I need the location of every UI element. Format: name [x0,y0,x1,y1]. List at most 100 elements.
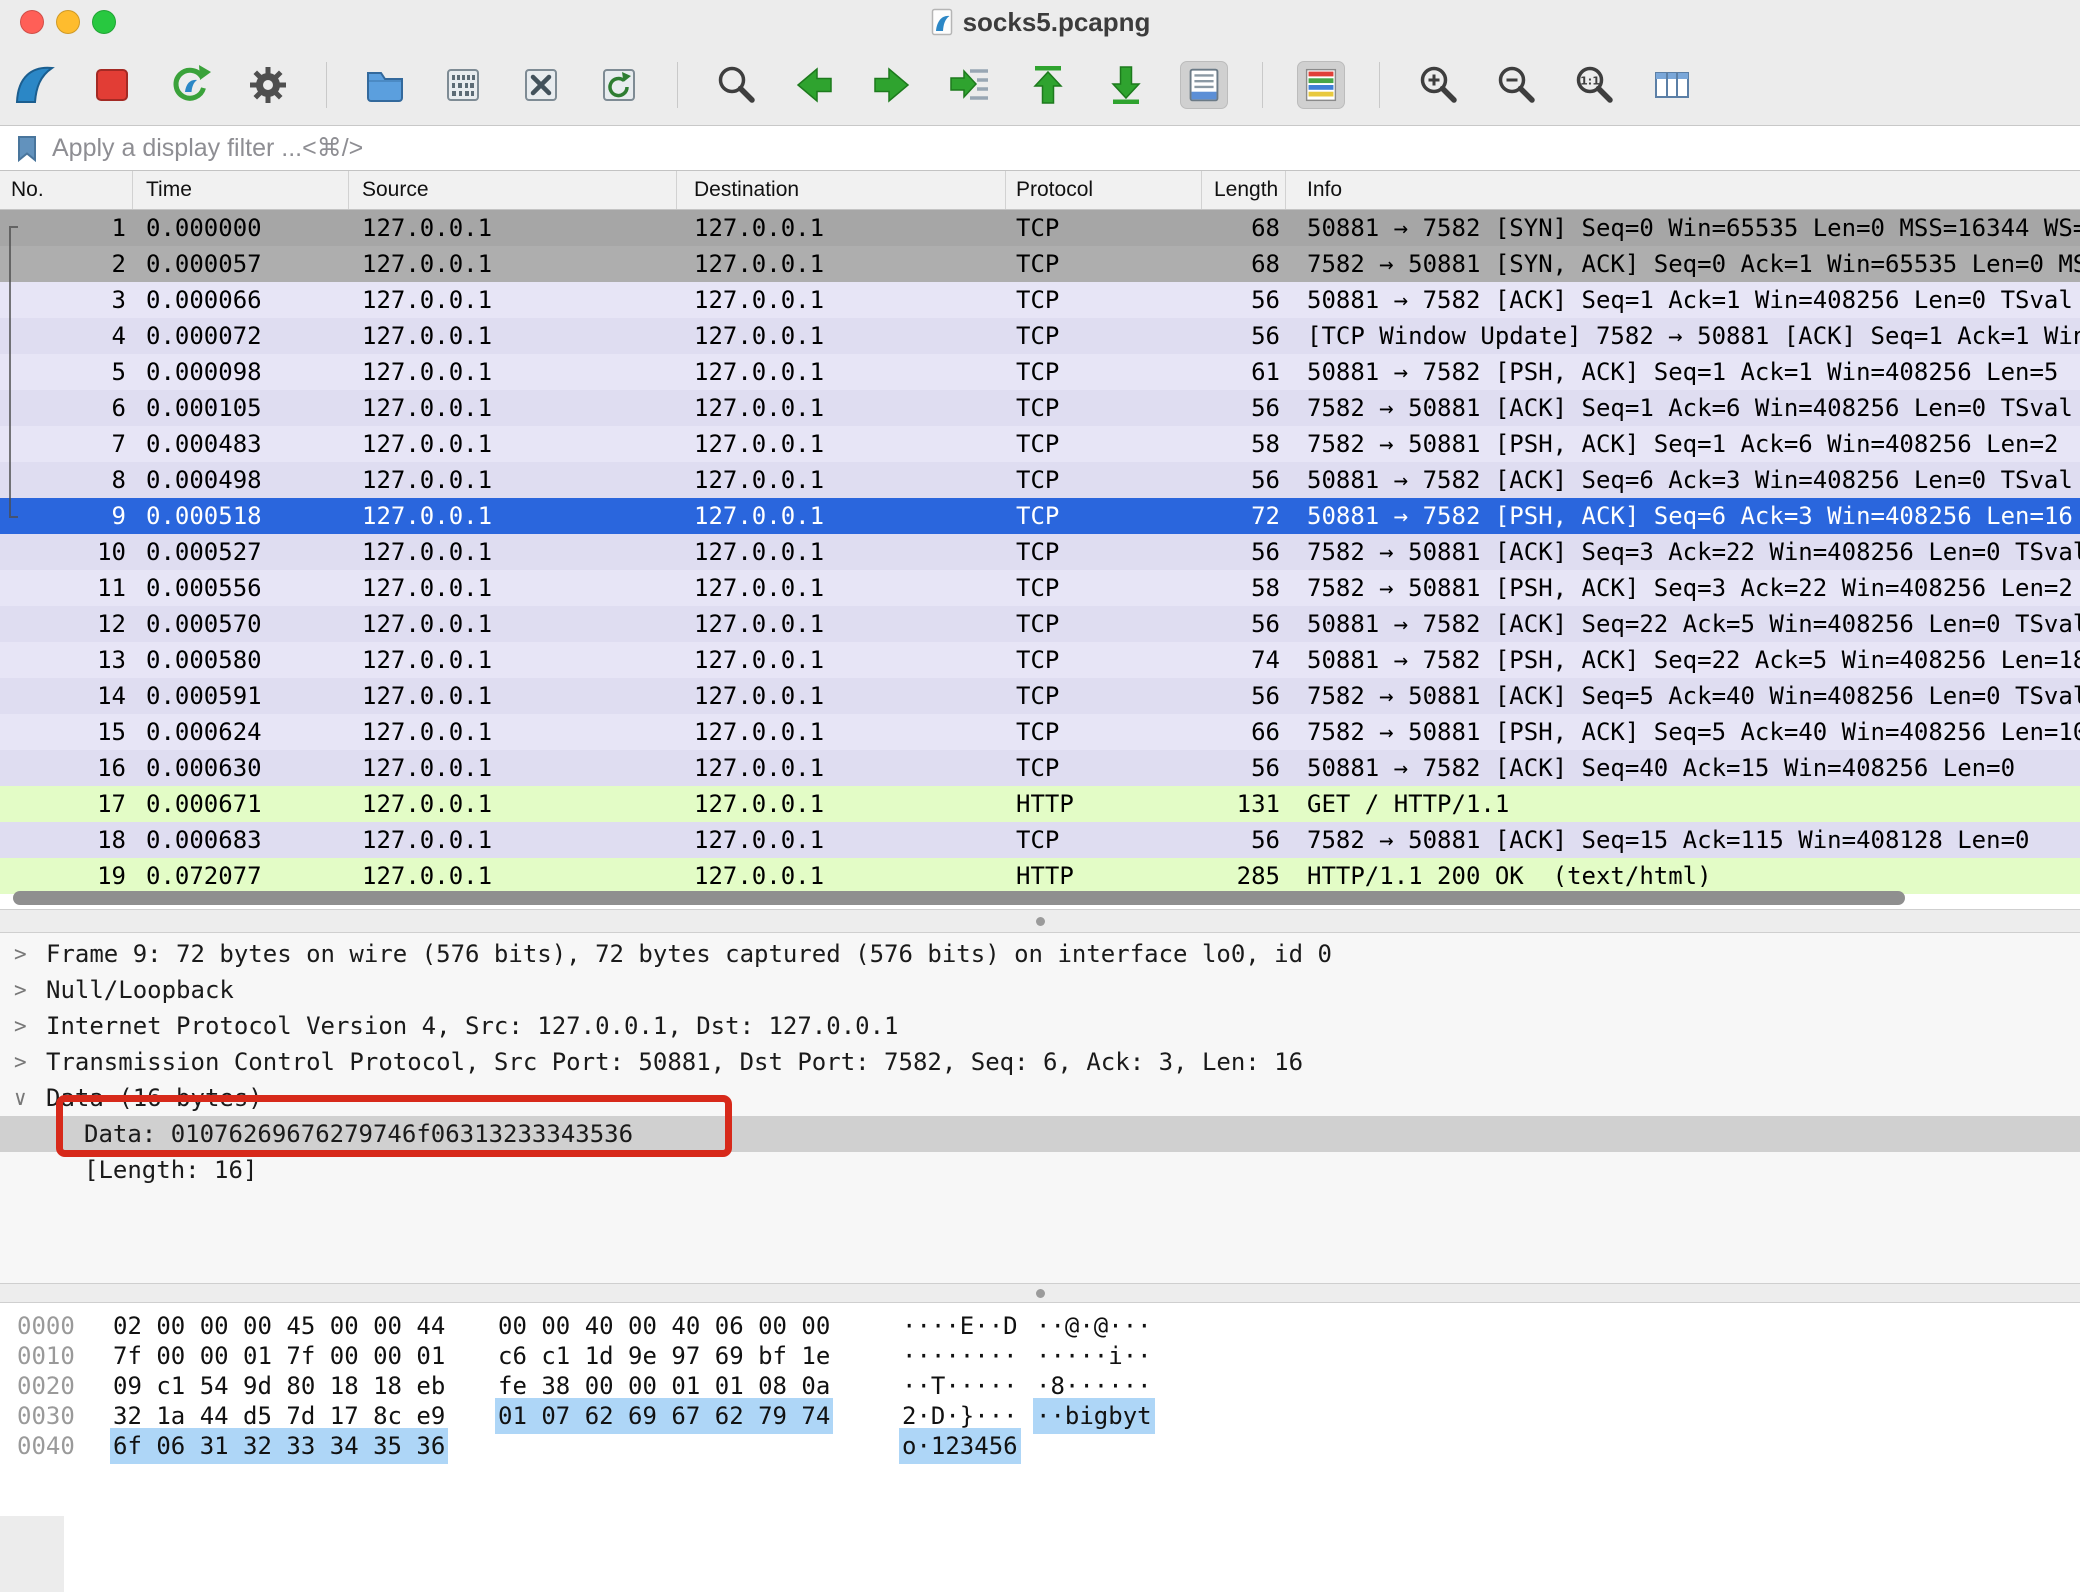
column-header-source[interactable]: Source [349,171,677,209]
hex-byte-group[interactable]: 09 c1 54 9d 80 18 18 eb [113,1371,445,1401]
hex-byte-group[interactable]: 32 1a 44 d5 7d 17 8c e9 [113,1401,445,1431]
packet-row-18[interactable]: 180.000683127.0.0.1127.0.0.1TCP567582 → … [0,822,2080,858]
capture-start-button[interactable] [10,61,58,109]
packet-row-7[interactable]: 70.000483127.0.0.1127.0.0.1TCP587582 → 5… [0,426,2080,462]
chevron-collapsed-icon[interactable]: > [14,1044,27,1080]
hex-byte-group[interactable]: fe 38 00 00 01 01 08 0a [498,1371,830,1401]
cell-destination: 127.0.0.1 [677,354,1006,390]
go-back-button[interactable] [790,61,838,109]
zoom-out-button[interactable] [1492,61,1540,109]
hex-byte-group[interactable]: 7f 00 00 01 7f 00 00 01 [113,1341,445,1371]
cell-info: 50881 → 7582 [PSH, ACK] Seq=6 Ack=3 Win=… [1286,498,2080,534]
zoom-100-button[interactable]: 1:1 [1570,61,1618,109]
cell-length: 58 [1202,570,1286,606]
chevron-collapsed-icon[interactable]: > [14,936,27,972]
packet-row-8[interactable]: 80.000498127.0.0.1127.0.0.1TCP5650881 → … [0,462,2080,498]
detail-line[interactable]: >Internet Protocol Version 4, Src: 127.0… [0,1008,2080,1044]
pane-splitter-top[interactable] [0,909,2080,933]
zoom-out-icon [1492,61,1540,109]
go-first-packet-button[interactable] [1024,61,1072,109]
chevron-collapsed-icon[interactable]: > [14,1008,27,1044]
packet-details-pane: >Frame 9: 72 bytes on wire (576 bits), 7… [0,933,2080,1283]
packet-bytes-pane: 000002 00 00 00 45 00 00 4400 00 40 00 4… [0,1303,2080,1592]
scrollbar-thumb[interactable] [13,891,1905,905]
hex-byte-group[interactable]: 01 07 62 69 67 62 79 74 [498,1401,830,1431]
column-header-time[interactable]: Time [133,171,349,209]
detail-line[interactable]: [Length: 16] [0,1152,2080,1188]
zoom-in-button[interactable] [1414,61,1462,109]
bookmark-icon[interactable] [12,133,42,163]
ascii-group[interactable]: ··bigbyt [1036,1401,1152,1431]
find-packet-button[interactable] [712,61,760,109]
detail-line[interactable]: >Frame 9: 72 bytes on wire (576 bits), 7… [0,936,2080,972]
cell-destination: 127.0.0.1 [677,210,1006,246]
ascii-group[interactable]: ····E··D [902,1311,1018,1341]
ascii-group[interactable]: o·123456 [902,1431,1018,1461]
close-window-button[interactable] [20,10,44,34]
go-to-packet-button[interactable] [946,61,994,109]
packet-row-2[interactable]: 20.000057127.0.0.1127.0.0.1TCP687582 → 5… [0,246,2080,282]
detail-line[interactable]: >Transmission Control Protocol, Src Port… [0,1044,2080,1080]
cell-no: 5 [0,354,133,390]
colorize-packets-toggle[interactable] [1297,61,1345,109]
cell-no: 6 [0,390,133,426]
cell-time: 0.000570 [133,606,349,642]
cell-length: 72 [1202,498,1286,534]
cell-no: 7 [0,426,133,462]
minimize-window-button[interactable] [56,10,80,34]
hex-byte-group[interactable]: 6f 06 31 32 33 34 35 36 [113,1431,445,1461]
ascii-group[interactable]: ··T····· [902,1371,1018,1401]
detail-line[interactable]: >Null/Loopback [0,972,2080,1008]
column-header-protocol[interactable]: Protocol [1006,171,1202,209]
display-filter-input[interactable]: Apply a display filter ...<⌘/> [52,133,2080,163]
cell-info: 7582 → 50881 [PSH, ACK] Seq=3 Ack=22 Win… [1286,570,2080,606]
file-reload-button[interactable] [595,61,643,109]
packet-row-12[interactable]: 120.000570127.0.0.1127.0.0.1TCP5650881 →… [0,606,2080,642]
column-header-destination[interactable]: Destination [677,171,1006,209]
resize-columns-button[interactable] [1648,61,1696,109]
column-header-info[interactable]: Info [1286,171,2080,209]
detail-line[interactable]: Data: 01076269676279746f06313233343536 [0,1116,2080,1152]
column-header-length[interactable]: Length [1202,171,1286,209]
file-save-button[interactable] [439,61,487,109]
hex-byte-group[interactable]: 00 00 40 00 40 06 00 00 [498,1311,830,1341]
chevron-collapsed-icon[interactable]: > [14,972,27,1008]
packet-row-14[interactable]: 140.000591127.0.0.1127.0.0.1TCP567582 → … [0,678,2080,714]
ascii-group[interactable]: ·····i·· [1036,1341,1152,1371]
file-open-button[interactable] [361,61,409,109]
capture-restart-button[interactable] [166,61,214,109]
packet-row-15[interactable]: 150.000624127.0.0.1127.0.0.1TCP667582 → … [0,714,2080,750]
capture-stop-button[interactable] [88,61,136,109]
packet-row-13[interactable]: 130.000580127.0.0.1127.0.0.1TCP7450881 →… [0,642,2080,678]
packet-row-1[interactable]: 10.000000127.0.0.1127.0.0.1TCP6850881 → … [0,210,2080,246]
go-last-packet-button[interactable] [1102,61,1150,109]
column-header-no[interactable]: No. [0,171,133,209]
packet-row-5[interactable]: 50.000098127.0.0.1127.0.0.1TCP6150881 → … [0,354,2080,390]
packet-row-17[interactable]: 170.000671127.0.0.1127.0.0.1HTTP131GET /… [0,786,2080,822]
packet-row-16[interactable]: 160.000630127.0.0.1127.0.0.1TCP5650881 →… [0,750,2080,786]
ascii-group[interactable]: ·8······ [1036,1371,1152,1401]
window-title-area: socks5.pcapng [930,7,1151,38]
packet-row-10[interactable]: 100.000527127.0.0.1127.0.0.1TCP567582 → … [0,534,2080,570]
file-close-button[interactable] [517,61,565,109]
horizontal-scrollbar[interactable] [0,887,2080,909]
packet-row-6[interactable]: 60.000105127.0.0.1127.0.0.1TCP567582 → 5… [0,390,2080,426]
hex-byte-group[interactable]: 02 00 00 00 45 00 00 44 [113,1311,445,1341]
capture-options-button[interactable] [244,61,292,109]
packet-row-9[interactable]: 90.000518127.0.0.1127.0.0.1TCP7250881 → … [0,498,2080,534]
pane-splitter-bottom[interactable] [0,1283,2080,1303]
auto-scroll-toggle[interactable] [1180,61,1228,109]
packet-row-3[interactable]: 30.000066127.0.0.1127.0.0.1TCP5650881 → … [0,282,2080,318]
svg-text:1:1: 1:1 [1580,74,1600,87]
zoom-window-button[interactable] [92,10,116,34]
ascii-group[interactable]: 2·D·}··· [902,1401,1018,1431]
hex-byte-group[interactable]: c6 c1 1d 9e 97 69 bf 1e [498,1341,830,1371]
packet-row-11[interactable]: 110.000556127.0.0.1127.0.0.1TCP587582 → … [0,570,2080,606]
go-forward-button[interactable] [868,61,916,109]
packet-row-4[interactable]: 40.000072127.0.0.1127.0.0.1TCP56[TCP Win… [0,318,2080,354]
detail-line[interactable]: ∨Data (16 bytes) [0,1080,2080,1116]
ascii-group[interactable]: ··@·@··· [1036,1311,1152,1341]
chevron-expanded-icon[interactable]: ∨ [14,1080,27,1116]
ascii-group[interactable]: ········ [902,1341,1018,1371]
cell-destination: 127.0.0.1 [677,498,1006,534]
